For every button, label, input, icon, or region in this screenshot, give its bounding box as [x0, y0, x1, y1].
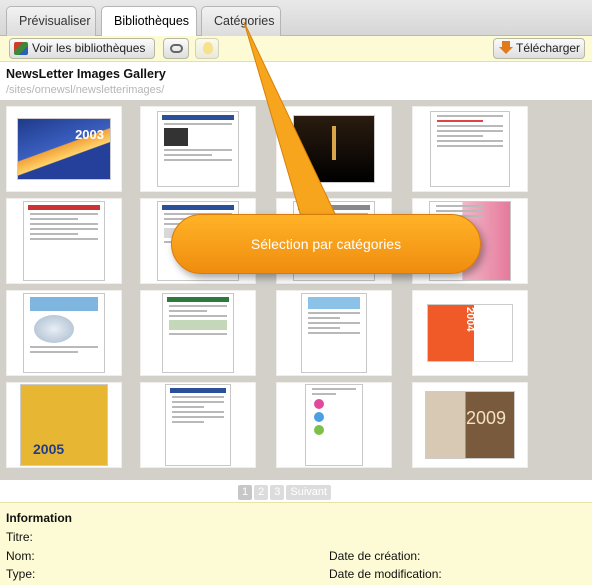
callout-bubble: Sélection par catégories — [171, 214, 481, 274]
page-2-link[interactable]: 2 — [254, 485, 269, 500]
newsletter-page-image — [431, 112, 509, 186]
tab-bar: Prévisualiser Bibliothèques Catégories — [0, 0, 592, 37]
toolbar: Voir les bibliothèques Télécharger — [0, 36, 592, 62]
tab-categories[interactable]: Catégories — [201, 6, 281, 36]
newsletter-page-image — [24, 202, 104, 280]
newsletter-page-image — [24, 294, 104, 372]
callout-text: Sélection par catégories — [250, 236, 402, 252]
thumbnail-15[interactable] — [276, 382, 392, 468]
thumbnail-2[interactable] — [140, 106, 256, 192]
thumbnail-3[interactable] — [276, 106, 392, 192]
year-label-2005: 2005 — [33, 441, 65, 457]
title-label: Titre: — [6, 530, 33, 544]
newsletter-page-image — [163, 294, 233, 372]
thumbnail-10[interactable] — [140, 290, 256, 376]
modification-date-label: Date de modification: — [329, 567, 442, 581]
type-label: Type: — [6, 567, 36, 581]
download-label: Télécharger — [516, 41, 581, 55]
newsletter-page-image — [158, 112, 238, 186]
view-libraries-button[interactable]: Voir les bibliothèques — [9, 38, 155, 59]
thumbnail-grid: 2003 2004 2005 2009 — [0, 100, 592, 480]
thumbnail-14[interactable] — [140, 382, 256, 468]
year-label-2009: 2009 — [465, 408, 506, 428]
thumbnail-16[interactable]: 2009 — [412, 382, 528, 468]
page-3-link[interactable]: 3 — [270, 485, 285, 500]
dark-poster-image — [294, 116, 374, 182]
gallery-title: NewsLetter Images Gallery — [6, 67, 166, 81]
gallery-path: /sites/ornewsl/newsletterimages/ — [6, 84, 165, 96]
name-label: Nom: — [6, 549, 35, 563]
thumbnail-13[interactable]: 2005 — [6, 382, 122, 468]
creation-date-label: Date de création: — [329, 549, 421, 563]
libraries-icon — [14, 42, 28, 55]
newsletter-2003-image: 2003 — [18, 119, 110, 179]
year-label-2003: 2003 — [75, 127, 104, 142]
lightbulb-icon — [203, 42, 213, 54]
download-icon — [499, 41, 513, 55]
thumbnail-9[interactable] — [6, 290, 122, 376]
thumbnail-12[interactable]: 2004 — [412, 290, 528, 376]
thumbnail-5[interactable] — [6, 198, 122, 284]
chain-link-icon — [170, 44, 183, 53]
newsletter-page-image — [302, 294, 366, 372]
newsletter-2004-image: 2004 — [428, 305, 512, 361]
newsletter-2005-card-image: 2005 — [21, 385, 107, 465]
next-page-link[interactable]: Suivant — [286, 485, 332, 500]
idea-button[interactable] — [195, 38, 219, 59]
newsletter-page-image — [306, 385, 362, 465]
thumbnail-1[interactable]: 2003 — [6, 106, 122, 192]
thumbnail-11[interactable] — [276, 290, 392, 376]
newsletter-2009-image: 2009 — [426, 392, 514, 458]
year-label-2004: 2004 — [464, 307, 476, 332]
information-title: Information — [6, 511, 72, 525]
information-panel: Information Titre: Nom: Type: Date de cr… — [0, 502, 592, 585]
link-button[interactable] — [163, 38, 189, 59]
tab-bibliotheques[interactable]: Bibliothèques — [101, 6, 197, 37]
page-1-link[interactable]: 1 — [238, 485, 253, 500]
thumbnail-4[interactable] — [412, 106, 528, 192]
pagination: 1 2 3 Suivant — [238, 484, 333, 500]
download-button[interactable]: Télécharger — [493, 38, 585, 59]
tab-previsualiser[interactable]: Prévisualiser — [6, 6, 96, 36]
newsletter-page-image — [166, 385, 230, 465]
view-libraries-label: Voir les bibliothèques — [32, 41, 146, 55]
